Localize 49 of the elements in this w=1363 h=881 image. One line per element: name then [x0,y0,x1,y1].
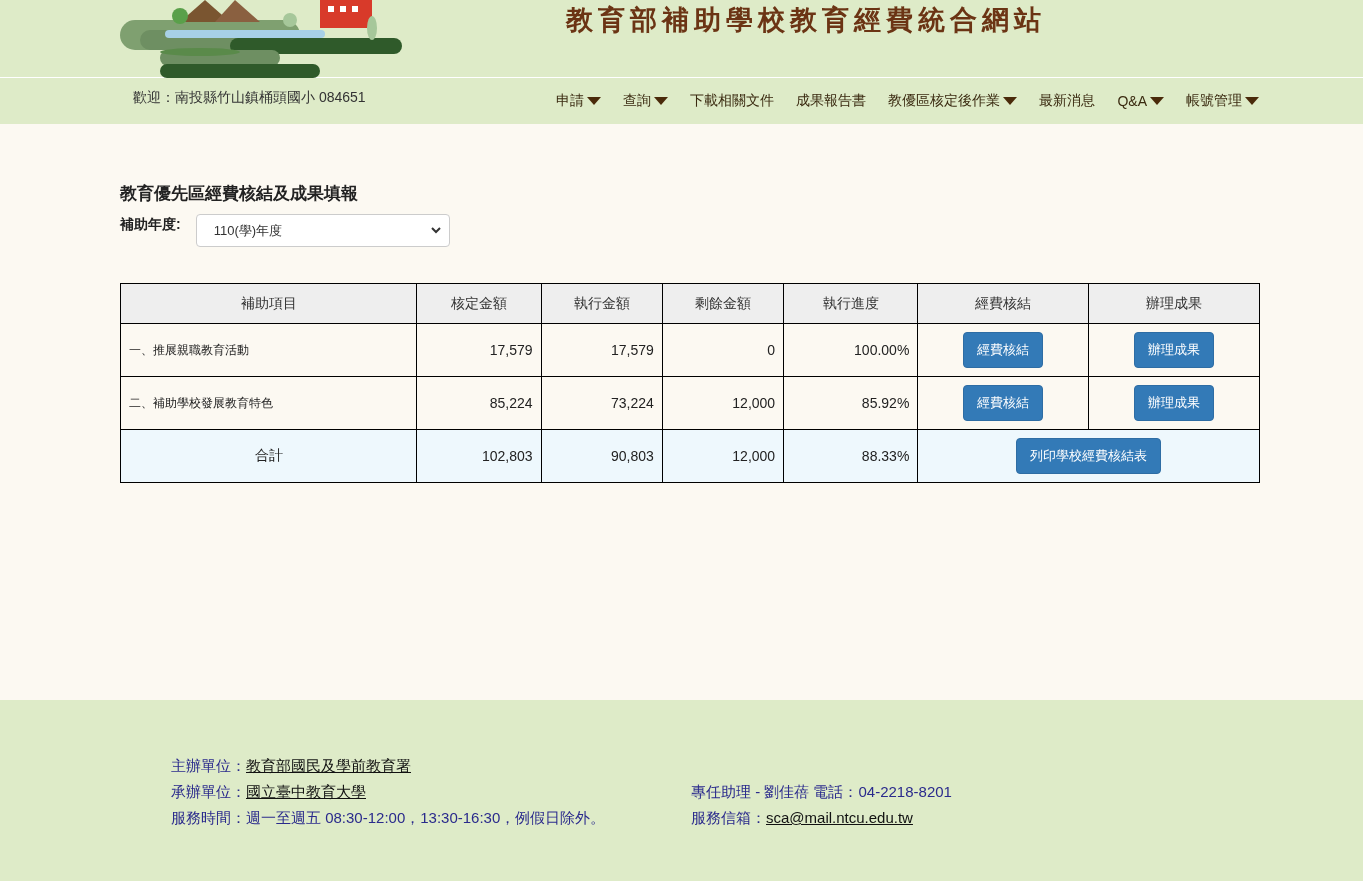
chevron-down-icon [430,227,441,234]
year-label: 補助年度: [120,216,181,234]
nav-menu-item[interactable]: 最新消息 [1039,92,1096,110]
action-button[interactable]: 辦理成果 [1134,332,1215,368]
action-button[interactable]: 列印學校經費核結表 [1016,438,1162,474]
table-cell: 一、推展親職教育活動 [120,323,417,377]
welcome-text: 歡迎：南投縣竹山鎮桶頭國小 084651 [133,89,366,107]
table-cell: 88.33% [783,429,918,483]
column-header: 核定金額 [416,283,542,324]
table-cell: 17,579 [416,323,542,377]
action-button[interactable]: 經費核結 [963,385,1044,421]
nav-menu-item[interactable]: 成果報告書 [796,92,867,110]
footer-link[interactable]: 國立臺中教育大學 [246,783,366,800]
column-header: 辦理成果 [1088,283,1260,324]
footer-text: 服務信箱： [691,809,766,826]
table-cell: 102,803 [416,429,542,483]
action-button[interactable]: 辦理成果 [1134,385,1215,421]
table-cell: 17,579 [541,323,663,377]
footer-link[interactable]: 教育部國民及學前教育署 [246,757,411,774]
nav-menu-item[interactable]: 申請 [556,92,602,110]
column-header: 補助項目 [120,283,417,324]
footer-text: 承辦單位： [171,783,246,800]
table-cell: 12,000 [662,429,784,483]
column-header: 執行金額 [541,283,663,324]
footer-text: 專任助理 - 劉佳蓓 電話：04-2218-8201 [691,783,952,800]
table-cell: 85.92% [783,376,918,430]
nav-menu-item[interactable]: 帳號管理 [1186,92,1259,110]
action-button[interactable]: 經費核結 [963,332,1044,368]
table-cell: 85,224 [416,376,542,430]
site-title: 教育部補助學校教育經費統合網站 [566,4,1046,37]
table-cell: 90,803 [541,429,663,483]
table-cell: 100.00% [783,323,918,377]
table-cell: 12,000 [662,376,784,430]
table-cell: 73,224 [541,376,663,430]
nav-menu-item[interactable]: Q&A [1117,93,1164,109]
column-header: 經費核結 [917,283,1089,324]
column-header: 執行進度 [783,283,918,324]
year-select[interactable]: 110(學)年度 [195,214,450,247]
nav-menu-item[interactable]: 教優區核定後作業 [888,92,1018,110]
nav-menu-item[interactable]: 下載相關文件 [690,92,775,110]
page-heading: 教育優先區經費核結及成果填報 [120,183,359,205]
footer-text: 主辦單位： [171,757,246,774]
table-cell: 二、補助學校發展教育特色 [120,376,417,430]
footer-link[interactable]: sca@mail.ntcu.edu.tw [766,809,913,826]
nav-menu-item[interactable]: 查詢 [623,92,669,110]
table-cell: 0 [662,323,784,377]
footer-text: 服務時間：週一至週五 08:30-12:00，13:30-16:30，例假日除外。 [171,809,606,826]
table-cell: 合計 [120,429,417,483]
column-header: 剩餘金額 [662,283,784,324]
